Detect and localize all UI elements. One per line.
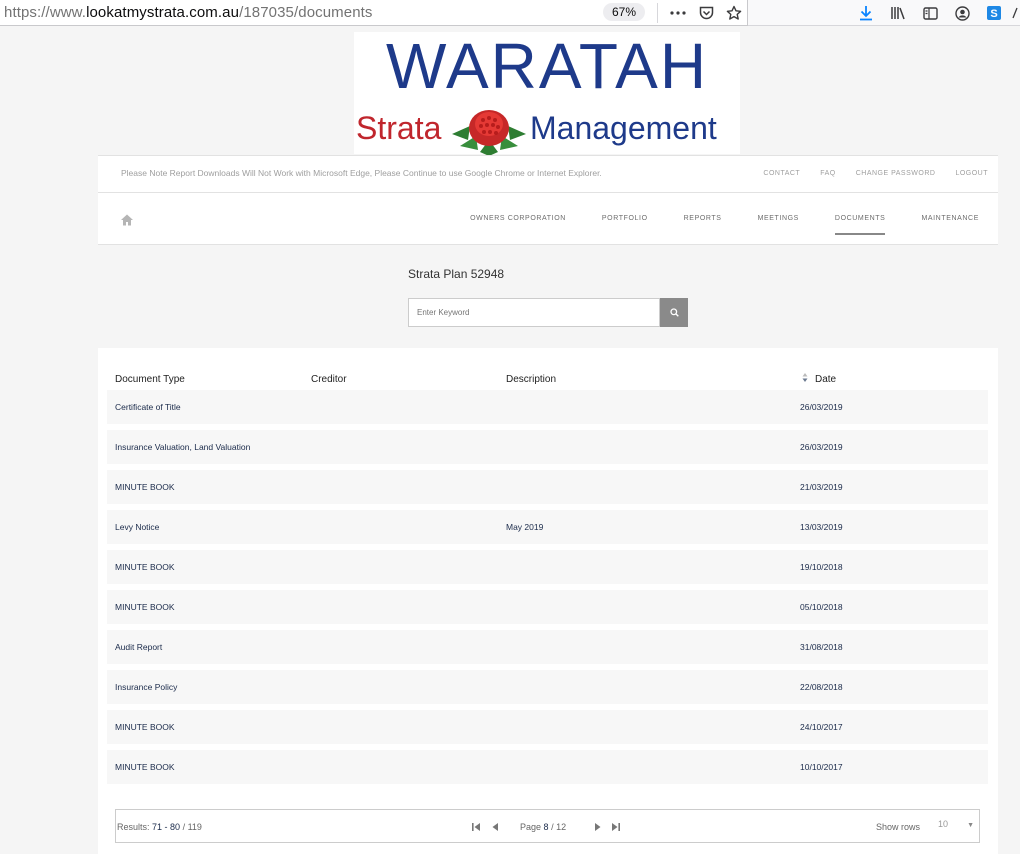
top-links: CONTACT FAQ CHANGE PASSWORD LOGOUT <box>763 170 988 177</box>
waratah-logo[interactable]: WARATAH Strata Management <box>354 30 740 156</box>
pagination-bar: Results: 71 - 80 / 119 Page 8 / 12 Show … <box>115 809 980 843</box>
nav-items: OWNERS CORPORATION PORTFOLIO REPORTS MEE… <box>470 215 979 235</box>
waratah-flower-icon <box>452 110 526 156</box>
browser-notice: Please Note Report Downloads Will Not Wo… <box>121 168 602 178</box>
account-icon[interactable] <box>952 3 972 23</box>
documents-table: Document Type Creditor Description Date … <box>98 348 998 854</box>
last-page-icon[interactable] <box>611 822 621 832</box>
divider <box>657 3 658 23</box>
cell-document-type[interactable]: Levy Notice <box>115 522 159 532</box>
bookmark-star-icon[interactable] <box>724 3 744 23</box>
cell-document-type[interactable]: Insurance Policy <box>115 682 177 692</box>
cell-document-type[interactable]: MINUTE BOOK <box>115 482 175 492</box>
table-row[interactable]: MINUTE BOOK 19/10/2018 <box>107 550 988 584</box>
logo-title: WARATAH <box>385 30 709 102</box>
url-bar[interactable]: https://www.lookatmystrata.com.au/187035… <box>0 0 748 26</box>
zoom-level-badge[interactable]: 67% <box>603 3 645 21</box>
library-icon[interactable] <box>888 3 908 23</box>
main-nav: OWNERS CORPORATION PORTFOLIO REPORTS MEE… <box>98 193 998 245</box>
url-text: https://www.lookatmystrata.com.au/187035… <box>4 4 373 21</box>
cell-date: 22/08/2018 <box>800 682 843 692</box>
overflow-icon[interactable] <box>1012 3 1020 23</box>
table-row[interactable]: Insurance Valuation, Land Valuation 26/03… <box>107 430 988 464</box>
header-creditor[interactable]: Creditor <box>311 374 347 385</box>
chevron-down-icon: ▼ <box>967 822 974 829</box>
page-actions-icon[interactable] <box>668 3 688 23</box>
header-date[interactable]: Date <box>815 374 836 385</box>
nav-reports[interactable]: REPORTS <box>684 215 722 222</box>
cell-date: 10/10/2017 <box>800 762 843 772</box>
page-title: Strata Plan 52948 <box>408 267 505 281</box>
table-row[interactable]: Levy Notice May 2019 13/03/2019 <box>107 510 988 544</box>
cell-date: 26/03/2019 <box>800 402 843 412</box>
logo-strata-text: Strata <box>356 110 442 146</box>
cell-document-type[interactable]: MINUTE BOOK <box>115 722 175 732</box>
cell-document-type[interactable]: MINUTE BOOK <box>115 762 175 772</box>
header-description[interactable]: Description <box>506 374 556 385</box>
nav-portfolio[interactable]: PORTFOLIO <box>602 215 648 222</box>
results-summary: Results: 71 - 80 / 119 <box>117 822 202 832</box>
cell-date: 05/10/2018 <box>800 602 843 612</box>
cell-date: 31/08/2018 <box>800 642 843 652</box>
search-icon <box>669 308 679 317</box>
cell-document-type[interactable]: Audit Report <box>115 642 162 652</box>
header-document-type[interactable]: Document Type <box>115 374 185 385</box>
table-row[interactable]: Audit Report 31/08/2018 <box>107 630 988 664</box>
nav-maintenance[interactable]: MAINTENANCE <box>921 215 979 222</box>
table-row[interactable]: Certificate of Title 26/03/2019 <box>107 390 988 424</box>
first-page-icon[interactable] <box>471 822 481 832</box>
nav-owners-corporation[interactable]: OWNERS CORPORATION <box>470 215 566 222</box>
download-icon[interactable] <box>856 3 876 23</box>
search-bar <box>408 298 688 327</box>
show-rows-label: Show rows <box>876 822 921 832</box>
browser-toolbar: https://www.lookatmystrata.com.au/187035… <box>0 0 1020 26</box>
cell-document-type[interactable]: Insurance Valuation, Land Valuation <box>115 442 250 452</box>
rows-per-page-value: 10 <box>938 819 949 829</box>
notice-bar: Please Note Report Downloads Will Not Wo… <box>98 155 998 193</box>
faq-link[interactable]: FAQ <box>820 170 836 177</box>
sidebar-icon[interactable] <box>920 3 940 23</box>
cell-date: 24/10/2017 <box>800 722 843 732</box>
page-container: WARATAH Strata Management Please Note Re… <box>98 26 998 854</box>
change-password-link[interactable]: CHANGE PASSWORD <box>856 170 936 177</box>
cell-document-type[interactable]: MINUTE BOOK <box>115 562 175 572</box>
prev-page-icon[interactable] <box>490 822 500 832</box>
next-page-icon[interactable] <box>593 822 603 832</box>
cell-description: May 2019 <box>506 522 544 532</box>
sort-icon[interactable] <box>802 372 808 383</box>
rows-per-page-select[interactable]: 10 ▼ <box>938 819 978 835</box>
table-row[interactable]: MINUTE BOOK 10/10/2017 <box>107 750 988 784</box>
logout-link[interactable]: LOGOUT <box>955 170 988 177</box>
contact-link[interactable]: CONTACT <box>763 170 800 177</box>
nav-documents[interactable]: DOCUMENTS <box>834 215 886 235</box>
cell-date: 26/03/2019 <box>800 442 843 452</box>
cell-document-type[interactable]: Certificate of Title <box>115 402 181 412</box>
cell-date: 13/03/2019 <box>800 522 843 532</box>
svg-text:S: S <box>990 8 997 20</box>
cell-document-type[interactable]: MINUTE BOOK <box>115 602 175 612</box>
table-row[interactable]: MINUTE BOOK 24/10/2017 <box>107 710 988 744</box>
cell-date: 21/03/2019 <box>800 482 843 492</box>
page-indicator: Page 8 / 12 <box>520 822 567 832</box>
table-row[interactable]: Insurance Policy 22/08/2018 <box>107 670 988 704</box>
home-icon[interactable] <box>120 213 134 227</box>
logo-subtitle-row: Strata Management <box>354 106 740 156</box>
nav-meetings[interactable]: MEETINGS <box>758 215 799 222</box>
logo-management-text: Management <box>530 110 717 146</box>
pocket-icon[interactable] <box>696 3 716 23</box>
table-row[interactable]: MINUTE BOOK 05/10/2018 <box>107 590 988 624</box>
search-button[interactable] <box>660 298 688 327</box>
search-input[interactable] <box>408 298 660 327</box>
table-row[interactable]: MINUTE BOOK 21/03/2019 <box>107 470 988 504</box>
skype-extension-icon[interactable]: S <box>984 3 1004 23</box>
cell-date: 19/10/2018 <box>800 562 843 572</box>
